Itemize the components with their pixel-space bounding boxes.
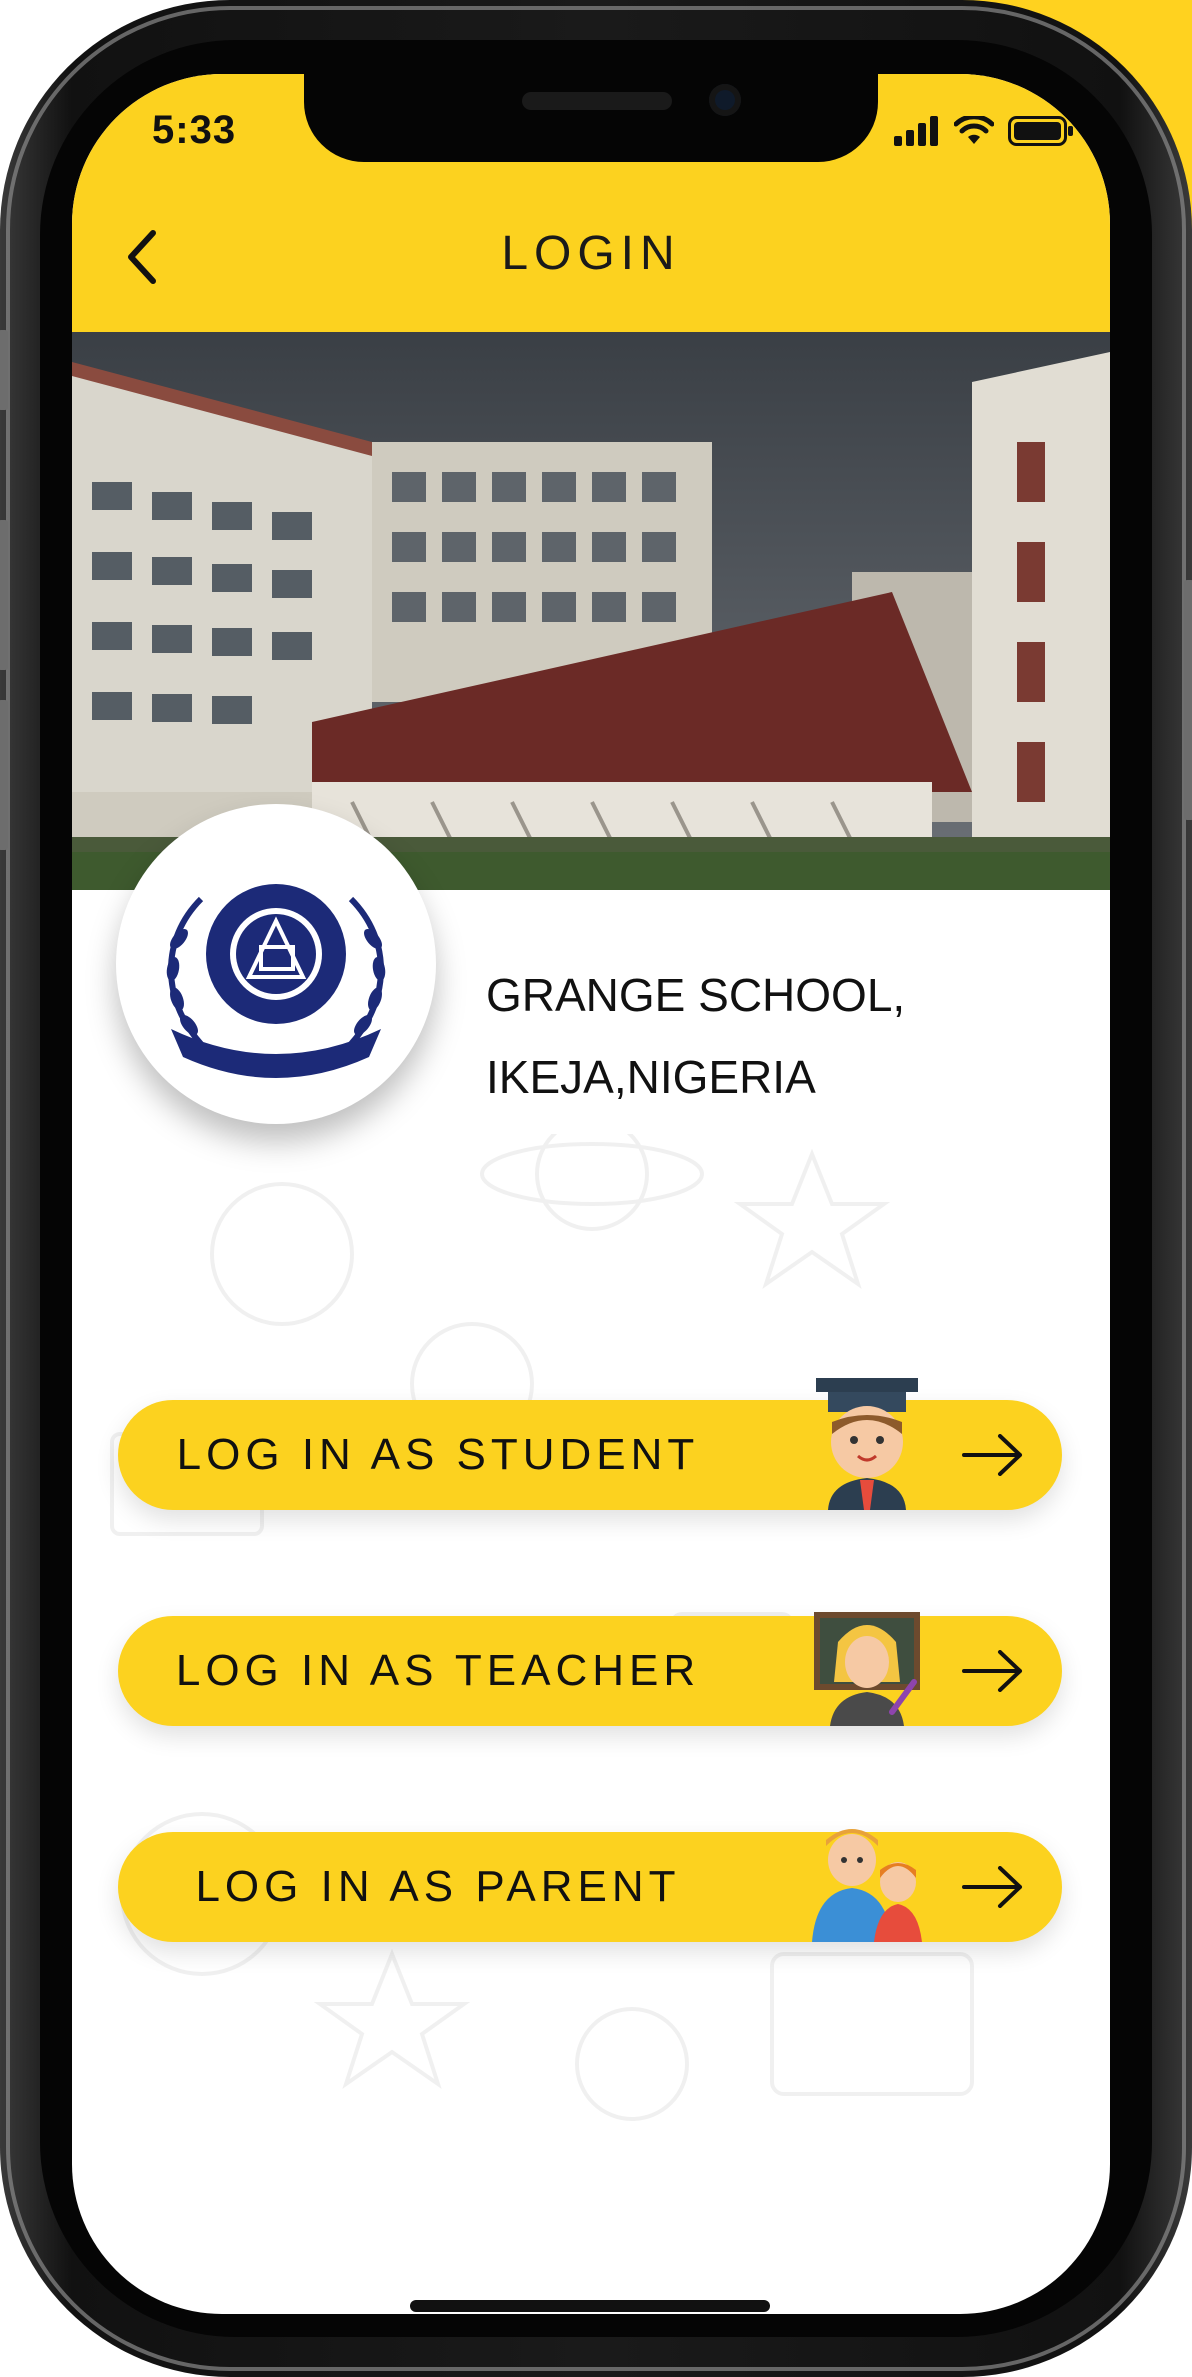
app-header: 5:33 LOGIN	[72, 74, 1110, 332]
login-parent-button[interactable]: LOG IN AS PARENT	[118, 1829, 1062, 1942]
status-icons	[894, 116, 1074, 146]
volume-button	[0, 330, 8, 410]
school-logo	[116, 804, 436, 1124]
battery-icon	[1008, 116, 1073, 146]
volume-button	[0, 700, 8, 850]
login-student-button[interactable]: LOG IN AS STUDENT	[118, 1378, 1062, 1510]
volume-button	[0, 520, 8, 670]
page-title: LOGIN	[501, 227, 681, 280]
notch	[304, 74, 878, 162]
login-parent-label: LOG IN AS PARENT	[195, 1862, 681, 1911]
student-icon	[816, 1378, 918, 1510]
login-teacher-button[interactable]: LOG IN AS TEACHER	[118, 1612, 1062, 1726]
front-camera	[709, 84, 741, 116]
school-name: GRANGE SCHOOL, IKEJA,NIGERIA	[486, 954, 1046, 1118]
school-building-photo	[72, 332, 1110, 890]
speaker	[522, 92, 672, 110]
school-name-line2: IKEJA,NIGERIA	[486, 1051, 816, 1103]
app-screenshot: 5:33 LOGIN GRANGE SCHOOL, IKEJA,NIGERIA …	[0, 0, 1192, 2377]
home-indicator[interactable]	[410, 2300, 770, 2312]
arrow-right-icon	[962, 1434, 1022, 1476]
arrow-right-icon	[962, 1866, 1022, 1908]
school-name-line1: GRANGE SCHOOL,	[486, 969, 906, 1021]
arrow-right-icon	[962, 1650, 1022, 1692]
app-screen: 5:33 LOGIN GRANGE SCHOOL, IKEJA,NIGERIA …	[72, 74, 1110, 2314]
school-crest-icon	[166, 884, 386, 1078]
login-teacher-label: LOG IN AS TEACHER	[175, 1646, 701, 1695]
parent-icon	[812, 1829, 922, 1942]
signal-icon	[894, 116, 938, 146]
status-time: 5:33	[152, 108, 237, 152]
power-button	[1184, 580, 1192, 820]
teacher-icon	[814, 1612, 920, 1726]
login-student-label: LOG IN AS STUDENT	[176, 1430, 700, 1479]
wifi-icon	[954, 116, 994, 144]
